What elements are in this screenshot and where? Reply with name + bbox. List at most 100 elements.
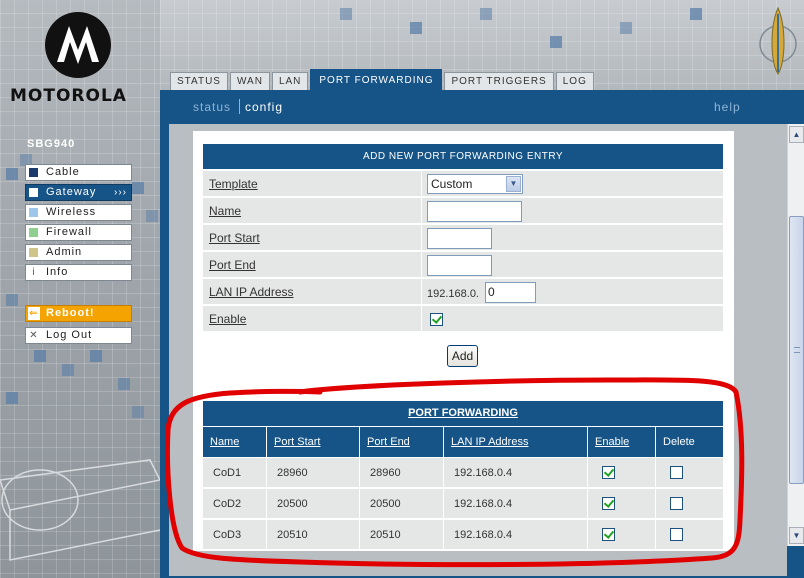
sidebar-item-label: Gateway	[46, 186, 97, 198]
tab-port-forwarding[interactable]: PORT FORWARDING	[310, 69, 443, 90]
chevrons-icon: ›››	[114, 187, 127, 198]
info-icon: i	[32, 267, 36, 278]
main-tabs: STATUS WAN LAN PORT FORWARDING PORT TRIG…	[170, 69, 596, 90]
column-header-port-start[interactable]: Port Start	[266, 427, 359, 457]
square-icon	[29, 248, 38, 257]
sidebar-item-label: Admin	[46, 246, 83, 258]
tab-lan[interactable]: LAN	[271, 72, 309, 90]
port-end-label[interactable]: Port End	[209, 258, 256, 272]
lan-ip-cell: 192.168.0. 0	[421, 279, 723, 305]
lan-ip-last-octet-input[interactable]: 0	[485, 282, 536, 303]
sub-navigation: status config help	[160, 90, 804, 120]
decor-square	[480, 8, 492, 20]
cell-port-start: 20510	[266, 520, 359, 550]
cell-port-start: 28960	[266, 458, 359, 488]
add-entry-header: ADD NEW PORT FORWARDING ENTRY	[203, 144, 723, 169]
decor-square	[550, 36, 562, 48]
row-delete-checkbox[interactable]	[670, 497, 683, 510]
row-delete-checkbox[interactable]	[670, 466, 683, 479]
sidebar-item-cable[interactable]: Cable	[25, 164, 132, 181]
lan-ip-label[interactable]: LAN IP Address	[209, 285, 294, 299]
enable-label[interactable]: Enable	[209, 312, 246, 326]
logout-label: Log Out	[46, 329, 93, 341]
sidebar-item-label: Info	[46, 266, 69, 278]
decor-square	[620, 22, 632, 34]
motorola-logo-icon	[45, 12, 111, 78]
scroll-down-icon[interactable]: ▼	[789, 527, 804, 544]
subnav-help-link[interactable]: help	[714, 100, 741, 114]
template-label[interactable]: Template	[209, 177, 258, 191]
chevron-down-icon: ▼	[506, 176, 521, 192]
scrollbar-thumb[interactable]	[789, 216, 804, 484]
cell-enable	[587, 458, 655, 488]
decor-square	[132, 406, 144, 418]
port-forwarding-title[interactable]: PORT FORWARDING	[203, 401, 723, 426]
subnav-status-link[interactable]: status	[193, 100, 231, 114]
cell-delete	[655, 489, 723, 519]
decor-square	[410, 22, 422, 34]
table-row: CoD1 28960 28960 192.168.0.4	[203, 457, 723, 488]
port-end-input[interactable]	[427, 255, 492, 276]
tab-wan[interactable]: WAN	[229, 72, 270, 90]
cell-delete	[655, 520, 723, 550]
device-illustration-icon	[0, 459, 160, 561]
enable-checkbox[interactable]	[430, 313, 443, 326]
row-delete-checkbox[interactable]	[670, 528, 683, 541]
square-icon	[29, 208, 38, 217]
cell-port-end: 20510	[359, 520, 443, 550]
template-selected-value: Custom	[431, 177, 473, 191]
add-button[interactable]: Add	[447, 345, 478, 367]
column-header-name[interactable]: Name	[203, 427, 266, 457]
name-label[interactable]: Name	[209, 204, 241, 218]
port-start-cell	[421, 225, 723, 251]
scroll-up-icon[interactable]: ▲	[789, 126, 804, 143]
decor-square	[6, 168, 18, 180]
vertical-scrollbar[interactable]: ▲ ▼	[787, 124, 804, 546]
row-enable-checkbox[interactable]	[602, 528, 615, 541]
tab-status[interactable]: STATUS	[170, 72, 228, 90]
column-header-port-end[interactable]: Port End	[359, 427, 443, 457]
sidebar-item-info[interactable]: i Info	[25, 264, 132, 281]
table-row: CoD2 20500 20500 192.168.0.4	[203, 488, 723, 519]
port-start-input[interactable]	[427, 228, 492, 249]
cell-name: CoD3	[213, 529, 242, 541]
cell-enable	[587, 520, 655, 550]
sidebar-item-admin[interactable]: Admin	[25, 244, 132, 261]
square-icon	[29, 168, 38, 177]
emblem-icon	[759, 6, 797, 75]
sidebar-item-gateway[interactable]: Gateway ›››	[25, 184, 132, 201]
subnav-config-link[interactable]: config	[245, 100, 283, 114]
row-enable-checkbox[interactable]	[602, 497, 615, 510]
decor-square	[340, 8, 352, 20]
grip-icon	[794, 347, 800, 353]
port-end-cell	[421, 252, 723, 278]
cell-port-end: 28960	[359, 458, 443, 488]
decor-square	[6, 392, 18, 404]
decor-square	[118, 378, 130, 390]
cell-port-end: 20500	[359, 489, 443, 519]
template-select[interactable]: Custom ▼	[427, 174, 523, 194]
template-cell: Custom ▼	[421, 171, 723, 197]
reboot-button[interactable]: ⇐ Reboot!	[25, 305, 132, 322]
device-model: SBG940	[27, 138, 76, 150]
name-cell	[421, 198, 723, 224]
row-enable-checkbox[interactable]	[602, 466, 615, 479]
logout-button[interactable]: ✕ Log Out	[25, 327, 132, 344]
cell-lan-ip: 192.168.0.4	[443, 520, 587, 550]
left-panel: MOTOROLA SBG940 Cable Gateway ››› Wirele…	[0, 0, 160, 578]
name-input[interactable]	[427, 201, 522, 222]
tab-log[interactable]: LOG	[555, 72, 594, 90]
reboot-icon: ⇐	[28, 307, 40, 320]
sidebar-item-firewall[interactable]: Firewall	[25, 224, 132, 241]
tab-port-triggers[interactable]: PORT TRIGGERS	[444, 72, 554, 90]
column-header-lan-ip[interactable]: LAN IP Address	[443, 427, 587, 457]
column-header-delete: Delete	[655, 427, 723, 457]
sidebar-item-label: Firewall	[46, 226, 92, 238]
decor-square	[146, 210, 158, 222]
port-start-label[interactable]: Port Start	[209, 231, 260, 245]
name-row: Name	[203, 197, 723, 224]
column-header-enable[interactable]: Enable	[587, 427, 655, 457]
enable-row: Enable	[203, 305, 723, 332]
sidebar-item-wireless[interactable]: Wireless	[25, 204, 132, 221]
sidebar-item-label: Wireless	[46, 206, 97, 218]
